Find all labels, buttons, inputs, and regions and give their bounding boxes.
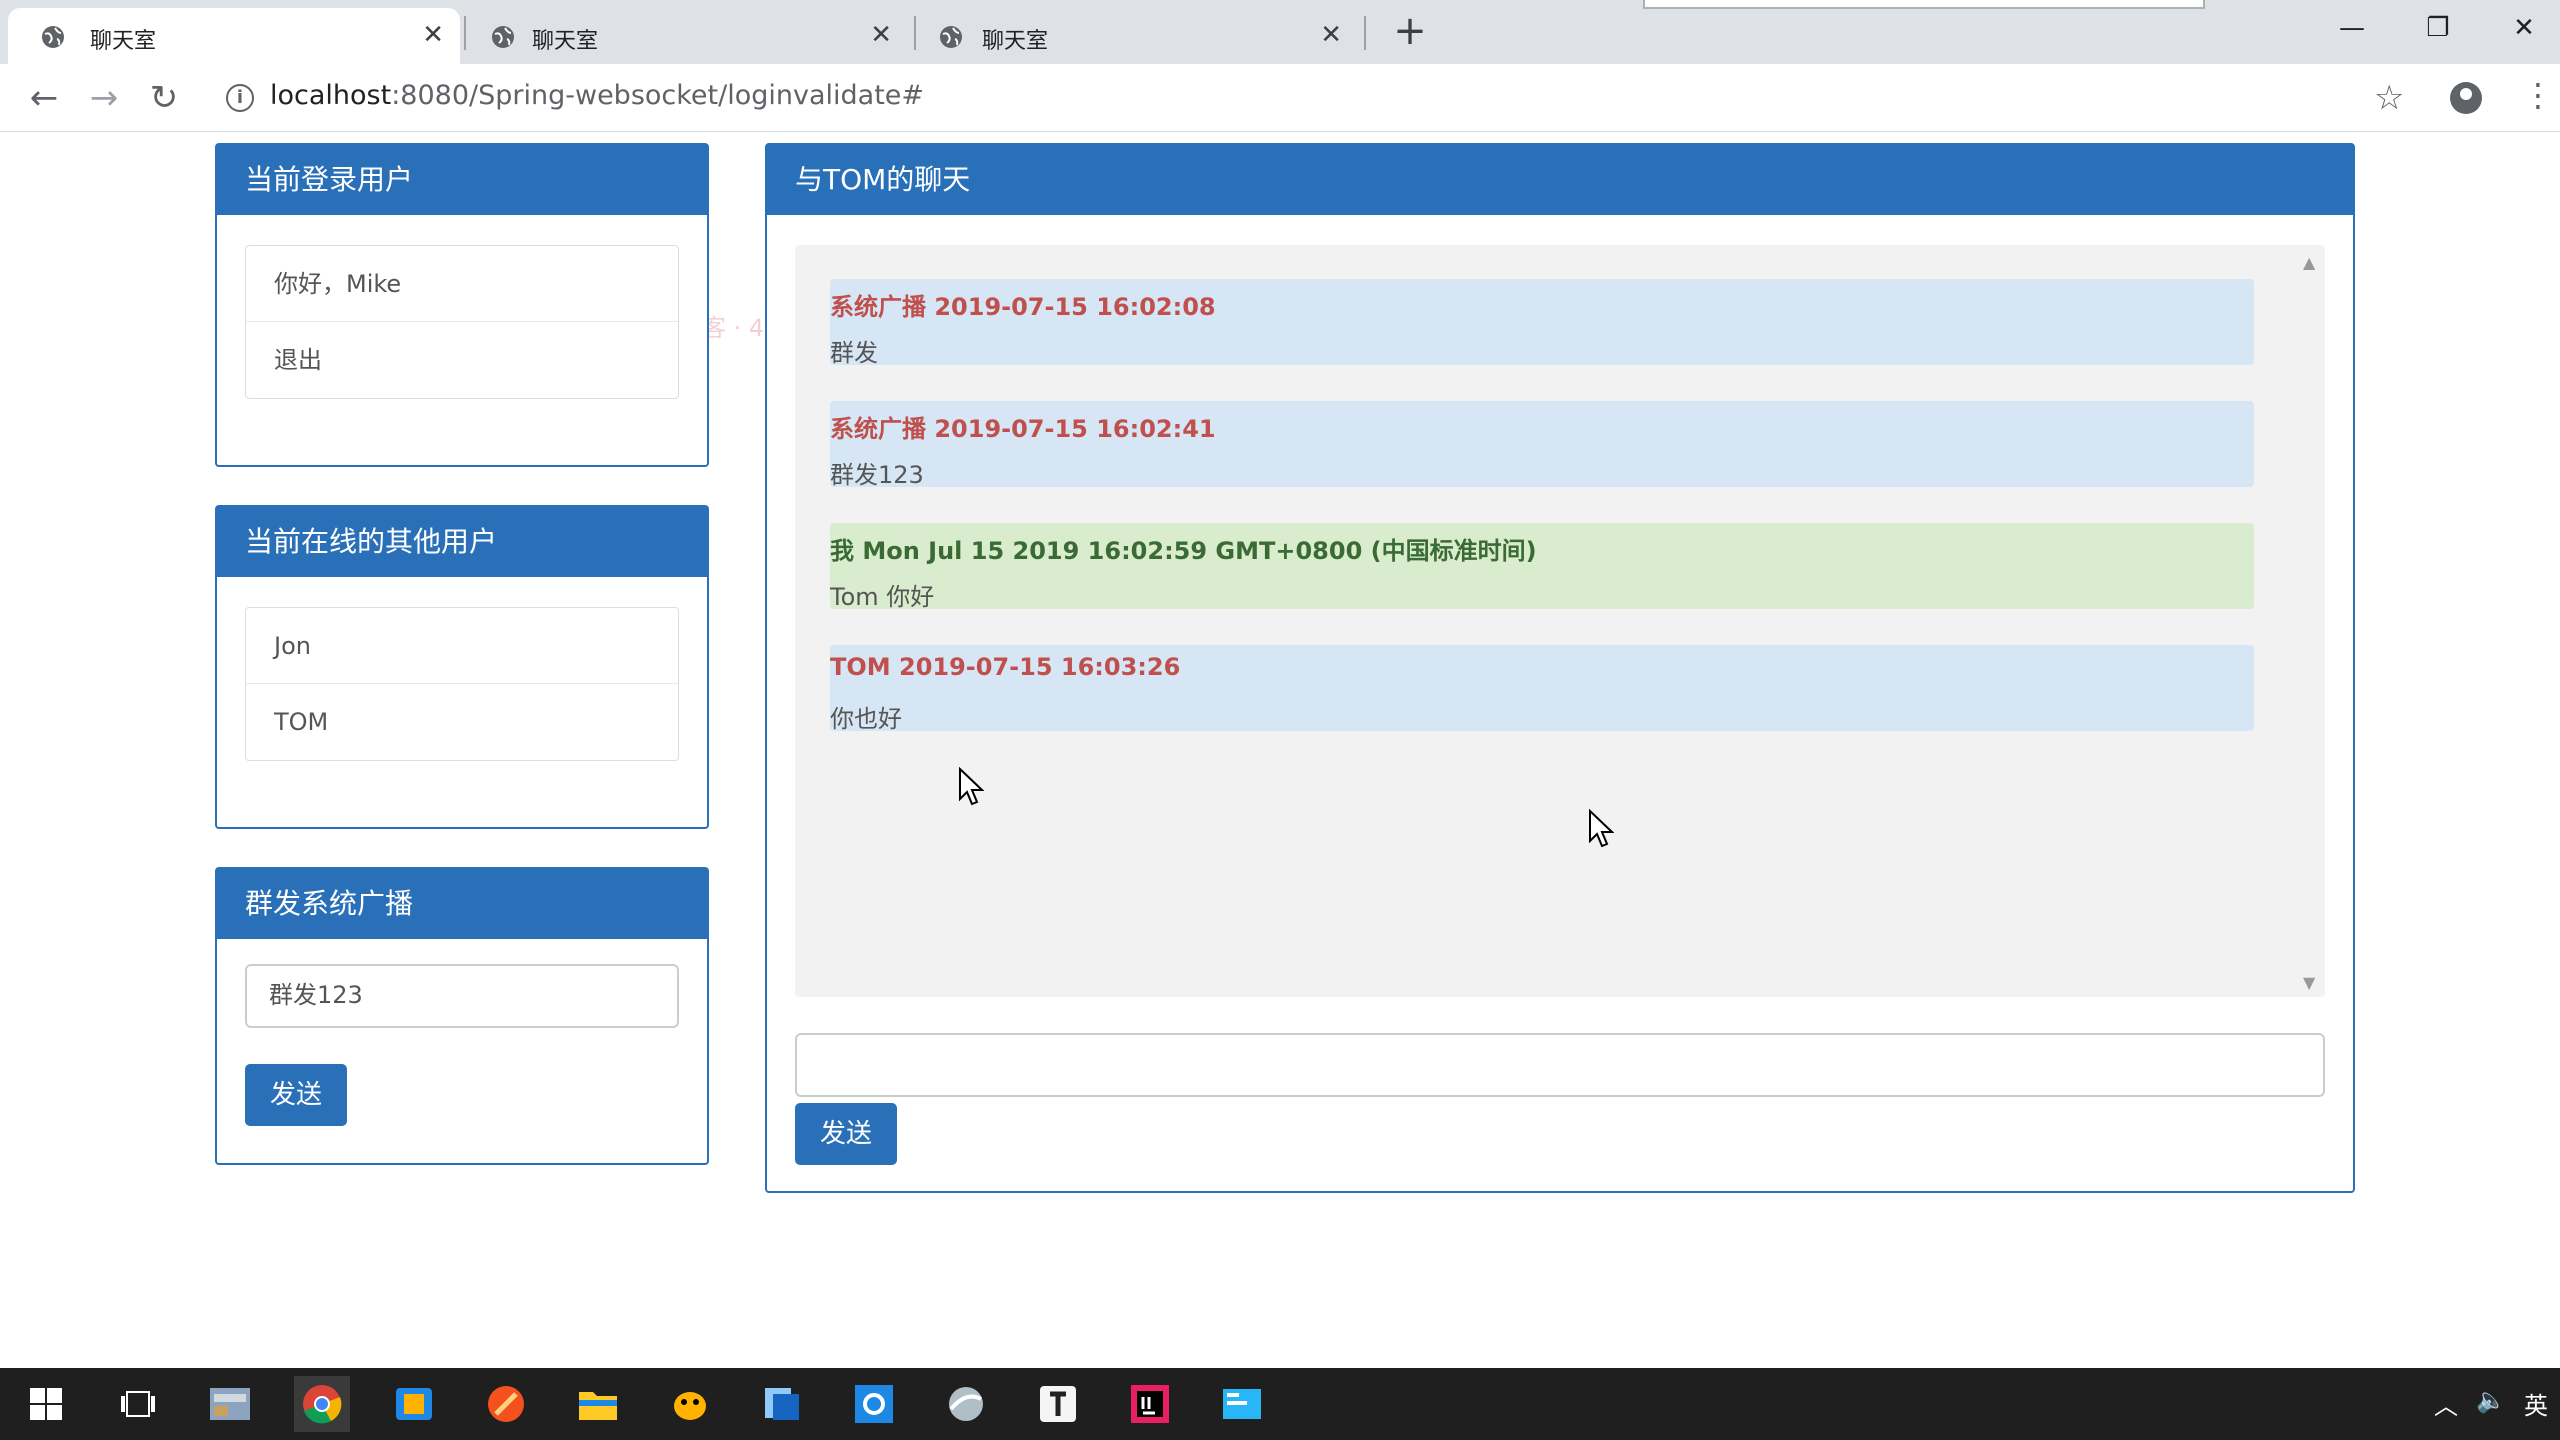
url-path: :8080/Spring-websocket/loginvalidate#: [391, 80, 925, 111]
greeting-text: 你好，Mike: [246, 246, 678, 322]
page-content: 传智播客 · 48 当前登录用户 你好，Mike 退出 当前在线的其他用户 Jo…: [0, 133, 2560, 1366]
chat-panel: 与TOM的聊天 ▲ ▼ 系统广播 2019-07-15 16:02:08 群发 …: [765, 143, 2355, 1193]
outlook-icon[interactable]: [386, 1376, 442, 1432]
logout-link[interactable]: 退出: [246, 322, 678, 398]
tab-3[interactable]: 聊天室 ✕: [918, 8, 1358, 64]
close-icon[interactable]: ✕: [870, 20, 892, 50]
forward-icon[interactable]: →: [84, 78, 124, 118]
globe-icon: [492, 26, 514, 48]
star-icon[interactable]: ☆: [2374, 78, 2404, 118]
tab-title: 聊天室: [532, 29, 599, 54]
settings-icon[interactable]: [846, 1376, 902, 1432]
current-user-list: 你好，Mike 退出: [245, 245, 679, 399]
tab-separator: [464, 16, 466, 50]
menu-icon[interactable]: ⋮: [2522, 76, 2554, 114]
tab-2[interactable]: 聊天室 ✕: [468, 8, 908, 64]
scroll-down-icon[interactable]: ▼: [2303, 973, 2315, 992]
tab-1[interactable]: 聊天室 ✕: [8, 8, 460, 64]
close-icon[interactable]: ✕: [1320, 20, 1342, 50]
chat-message: 系统广播 2019-07-15 16:02:08 群发: [830, 279, 2254, 367]
new-tab-button[interactable]: +: [1390, 8, 1430, 56]
panel-title: 当前登录用户: [217, 145, 707, 215]
message-body: Tom 你好: [830, 583, 935, 611]
paint-icon[interactable]: [478, 1376, 534, 1432]
broadcast-input[interactable]: 群发123: [245, 964, 679, 1028]
tab-separator: [914, 16, 916, 50]
chat-message: TOM 2019-07-15 16:03:26 你也好: [830, 645, 2254, 733]
broadcast-panel: 群发系统广播 群发123 发送: [215, 867, 709, 1165]
online-user-item[interactable]: Jon: [246, 608, 678, 684]
message-header: 系统广播 2019-07-15 16:02:41: [830, 415, 1216, 443]
broadcast-send-button[interactable]: 发送: [245, 1064, 347, 1126]
globe-icon: [42, 26, 64, 48]
vscode-icon[interactable]: [1214, 1376, 1270, 1432]
globe-icon: [940, 26, 962, 48]
tray-chevron-icon[interactable]: ︿: [2434, 1386, 2458, 1421]
window-close-icon[interactable]: ✕: [2494, 6, 2554, 50]
scroll-up-icon[interactable]: ▲: [2303, 253, 2315, 272]
tab-separator: [1364, 16, 1366, 50]
online-users-panel: 当前在线的其他用户 Jon TOM: [215, 505, 709, 829]
panel-title: 当前在线的其他用户: [217, 507, 707, 577]
address-bar[interactable]: localhost:8080/Spring-websocket/loginval…: [270, 80, 924, 111]
current-user-panel: 当前登录用户 你好，Mike 退出: [215, 143, 709, 467]
info-icon[interactable]: i: [226, 84, 254, 112]
office-icon[interactable]: [754, 1376, 810, 1432]
tab-title: 聊天室: [982, 29, 1049, 54]
account-icon[interactable]: [2450, 82, 2482, 114]
message-header: TOM 2019-07-15 16:03:26: [830, 653, 1181, 681]
online-user-list: Jon TOM: [245, 607, 679, 761]
typora-icon[interactable]: [1030, 1376, 1086, 1432]
url-host: localhost: [270, 80, 392, 111]
message-body: 你也好: [830, 705, 902, 733]
close-icon[interactable]: ✕: [422, 20, 444, 50]
online-user-item[interactable]: TOM: [246, 684, 678, 760]
input-method-indicator[interactable]: 英: [2524, 1386, 2548, 1421]
message-header: 我 Mon Jul 15 2019 16:02:59 GMT+0800 (中国标…: [830, 537, 1537, 565]
volume-icon[interactable]: 🔈: [2476, 1386, 2506, 1414]
tab-title: 聊天室: [90, 29, 157, 54]
chat-message: 系统广播 2019-07-15 16:02:41 群发123: [830, 401, 2254, 489]
chrome-icon[interactable]: [294, 1376, 350, 1432]
panel-title: 群发系统广播: [217, 869, 707, 939]
reload-icon[interactable]: ↻: [144, 78, 184, 118]
intellij-icon[interactable]: [1122, 1376, 1178, 1432]
network-icon[interactable]: [938, 1376, 994, 1432]
browser-toolbar: ← → ↻ i localhost:8080/Spring-websocket/…: [0, 64, 2560, 132]
chat-send-button[interactable]: 发送: [795, 1103, 897, 1165]
chat-history[interactable]: ▲ ▼ 系统广播 2019-07-15 16:02:08 群发 系统广播 201…: [795, 245, 2325, 997]
minimize-icon[interactable]: —: [2322, 6, 2382, 50]
windows-taskbar: ︿ 🔈 英: [0, 1368, 2560, 1440]
restore-icon[interactable]: ❐: [2408, 6, 2468, 50]
message-body: 群发: [830, 339, 878, 367]
chat-input[interactable]: [795, 1033, 2325, 1097]
message-body: 群发123: [830, 461, 924, 489]
task-view-icon[interactable]: [110, 1376, 166, 1432]
qq-icon[interactable]: [662, 1376, 718, 1432]
start-icon[interactable]: [18, 1376, 74, 1432]
message-header: 系统广播 2019-07-15 16:02:08: [830, 293, 1216, 321]
panel-title: 与TOM的聊天: [767, 145, 2353, 215]
file-explorer-icon[interactable]: [570, 1376, 626, 1432]
browser-tab-bar: 聊天室 ✕ 聊天室 ✕ 聊天室 ✕ + — ❐ ✕: [0, 0, 2560, 64]
window-drag-strip: [1643, 0, 2205, 9]
explorer-app-icon[interactable]: [202, 1376, 258, 1432]
chat-message: 我 Mon Jul 15 2019 16:02:59 GMT+0800 (中国标…: [830, 523, 2254, 611]
back-icon[interactable]: ←: [24, 78, 64, 118]
